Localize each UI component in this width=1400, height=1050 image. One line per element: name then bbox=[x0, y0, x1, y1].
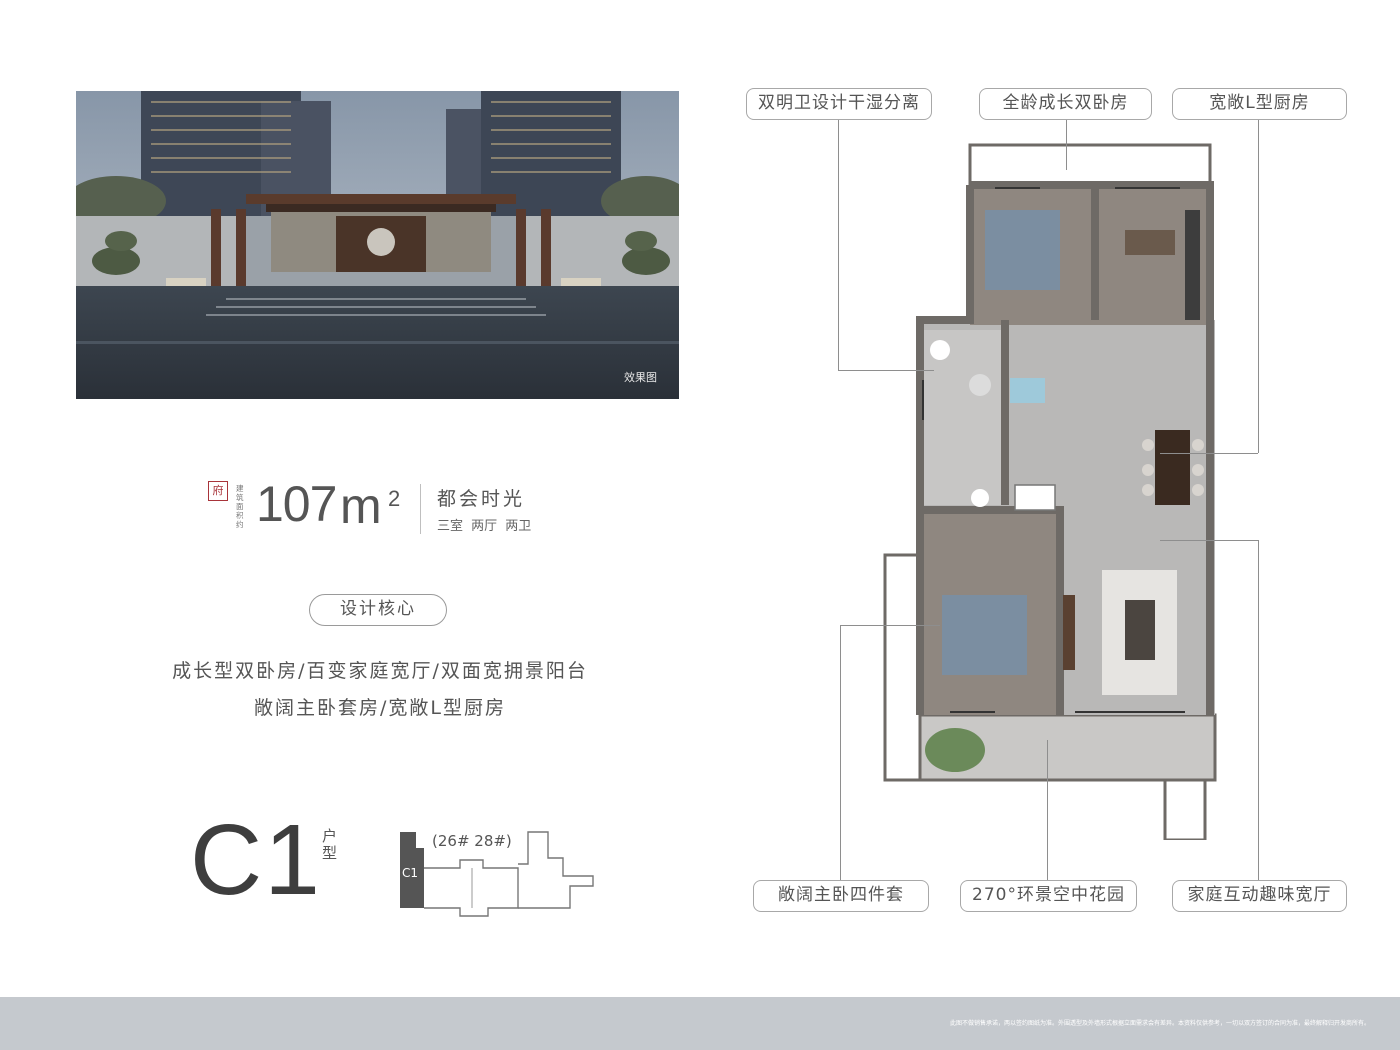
callout-leader-5 bbox=[1047, 740, 1048, 880]
rendering-caption: 效果图 bbox=[624, 371, 657, 384]
callout-leader-3b bbox=[1160, 453, 1258, 454]
design-core-line-2: 敞阔主卧套房/宽敞L型厨房 bbox=[254, 697, 506, 719]
series-name: 都会时光 bbox=[437, 488, 526, 510]
area-caption: 建筑面积约 bbox=[236, 484, 244, 529]
brand-seal-icon: 府 bbox=[208, 481, 228, 501]
design-core-title: 设计核心 bbox=[309, 594, 447, 626]
callout-leader-2 bbox=[1066, 120, 1067, 170]
callout-sky-garden: 270°环景空中花园 bbox=[960, 880, 1137, 912]
building-numbers: (26# 28#) bbox=[432, 832, 512, 850]
callout-leader-4a bbox=[840, 625, 841, 880]
callout-leader-4b bbox=[840, 625, 940, 626]
callout-dual-bathroom: 双明卫设计干湿分离 bbox=[746, 88, 932, 120]
area-unit-superscript: 2 bbox=[388, 486, 401, 511]
callout-family-hall: 家庭互动趣味宽厅 bbox=[1172, 880, 1347, 912]
callout-leader-1a bbox=[838, 120, 839, 370]
callout-dual-bedroom: 全龄成长双卧房 bbox=[979, 88, 1152, 120]
design-core-line-1: 成长型双卧房/百变家庭宽厅/双面宽拥景阳台 bbox=[172, 660, 588, 682]
floor-plan bbox=[883, 143, 1217, 840]
title-divider bbox=[420, 484, 421, 534]
callout-leader-3a bbox=[1258, 120, 1259, 453]
unit-code: C1 bbox=[190, 804, 322, 916]
unit-label: 户型 bbox=[322, 827, 338, 862]
area-unit: m bbox=[340, 478, 382, 534]
callout-l-kitchen: 宽敞L型厨房 bbox=[1172, 88, 1347, 120]
callout-master-suite: 敞阔主卧四件套 bbox=[753, 880, 929, 912]
callout-leader-1b bbox=[838, 370, 934, 371]
rendering-image: 效果图 bbox=[76, 91, 679, 399]
callout-leader-6a bbox=[1258, 540, 1259, 880]
callout-leader-6b bbox=[1160, 540, 1258, 541]
area-number: 107 bbox=[256, 476, 337, 532]
keyplan-unit-code: C1 bbox=[402, 866, 419, 880]
layout-summary: 三室 两厅 两卫 bbox=[437, 519, 532, 534]
footer-disclaimer: 此图不做销售承诺，两以签约图纸为准。外围透型及外墙形式根据立面需求会有差异。本资… bbox=[949, 1020, 1370, 1027]
